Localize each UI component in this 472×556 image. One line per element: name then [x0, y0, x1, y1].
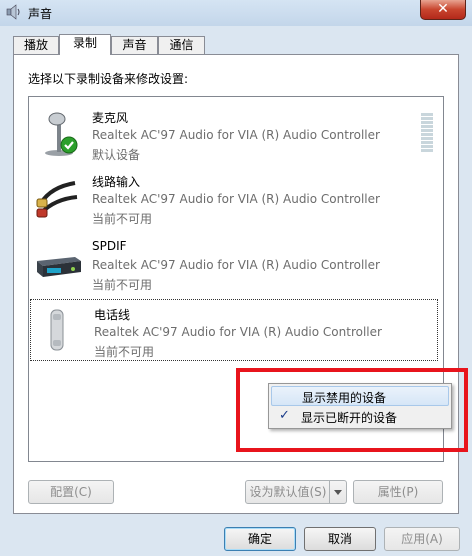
device-item[interactable]: SPDIF Realtek AC'97 Audio for VIA (R) Au…: [29, 233, 441, 295]
tab-playback[interactable]: 播放: [13, 36, 59, 54]
tab-sounds[interactable]: 声音: [111, 36, 158, 54]
close-button[interactable]: ✕: [420, 0, 466, 20]
window-title: 声音: [28, 7, 53, 21]
title-bar[interactable]: 声音 ✕: [0, 0, 472, 26]
device-item[interactable]: 电话线 Realtek AC'97 Audio for VIA (R) Audi…: [30, 299, 438, 361]
apply-button[interactable]: 应用(A): [384, 527, 460, 551]
set-default-button[interactable]: 设为默认值(S): [245, 480, 347, 504]
spdif-device-icon: [37, 257, 81, 277]
device-name: SPDIF: [92, 239, 127, 253]
device-name: 电话线: [94, 308, 131, 322]
tab-communications[interactable]: 通信: [158, 36, 205, 54]
ok-button[interactable]: 确定: [224, 527, 296, 551]
device-driver: Realtek AC'97 Audio for VIA (R) Audio Co…: [94, 325, 382, 339]
cancel-button[interactable]: 取消: [304, 527, 376, 551]
instruction-text: 选择以下录制设备来修改设置:: [28, 72, 189, 86]
highlight-box: [236, 368, 468, 452]
telephone-handset-icon: [50, 309, 64, 351]
configure-button[interactable]: 配置(C): [28, 480, 114, 504]
tab-recording[interactable]: 录制: [59, 34, 111, 55]
speaker-icon: [6, 4, 20, 20]
device-status: 当前不可用: [92, 212, 153, 226]
level-meter: [421, 113, 433, 155]
device-status: 默认设备: [92, 148, 141, 162]
device-driver: Realtek AC'97 Audio for VIA (R) Audio Co…: [92, 128, 380, 142]
device-name: 麦克风: [92, 111, 129, 125]
properties-button[interactable]: 属性(P): [353, 480, 443, 504]
device-status: 当前不可用: [94, 345, 155, 359]
chevron-down-icon[interactable]: [329, 481, 346, 503]
device-item[interactable]: 麦克风 Realtek AC'97 Audio for VIA (R) Audi…: [29, 103, 441, 165]
device-driver: Realtek AC'97 Audio for VIA (R) Audio Co…: [92, 258, 380, 272]
device-status: 当前不可用: [92, 278, 153, 292]
device-item[interactable]: 线路输入 Realtek AC'97 Audio for VIA (R) Aud…: [29, 167, 441, 229]
line-in-cable-icon: [36, 181, 78, 218]
device-driver: Realtek AC'97 Audio for VIA (R) Audio Co…: [92, 192, 380, 206]
close-icon: ✕: [437, 1, 449, 17]
device-name: 线路输入: [92, 175, 141, 189]
microphone-icon: [45, 112, 78, 156]
